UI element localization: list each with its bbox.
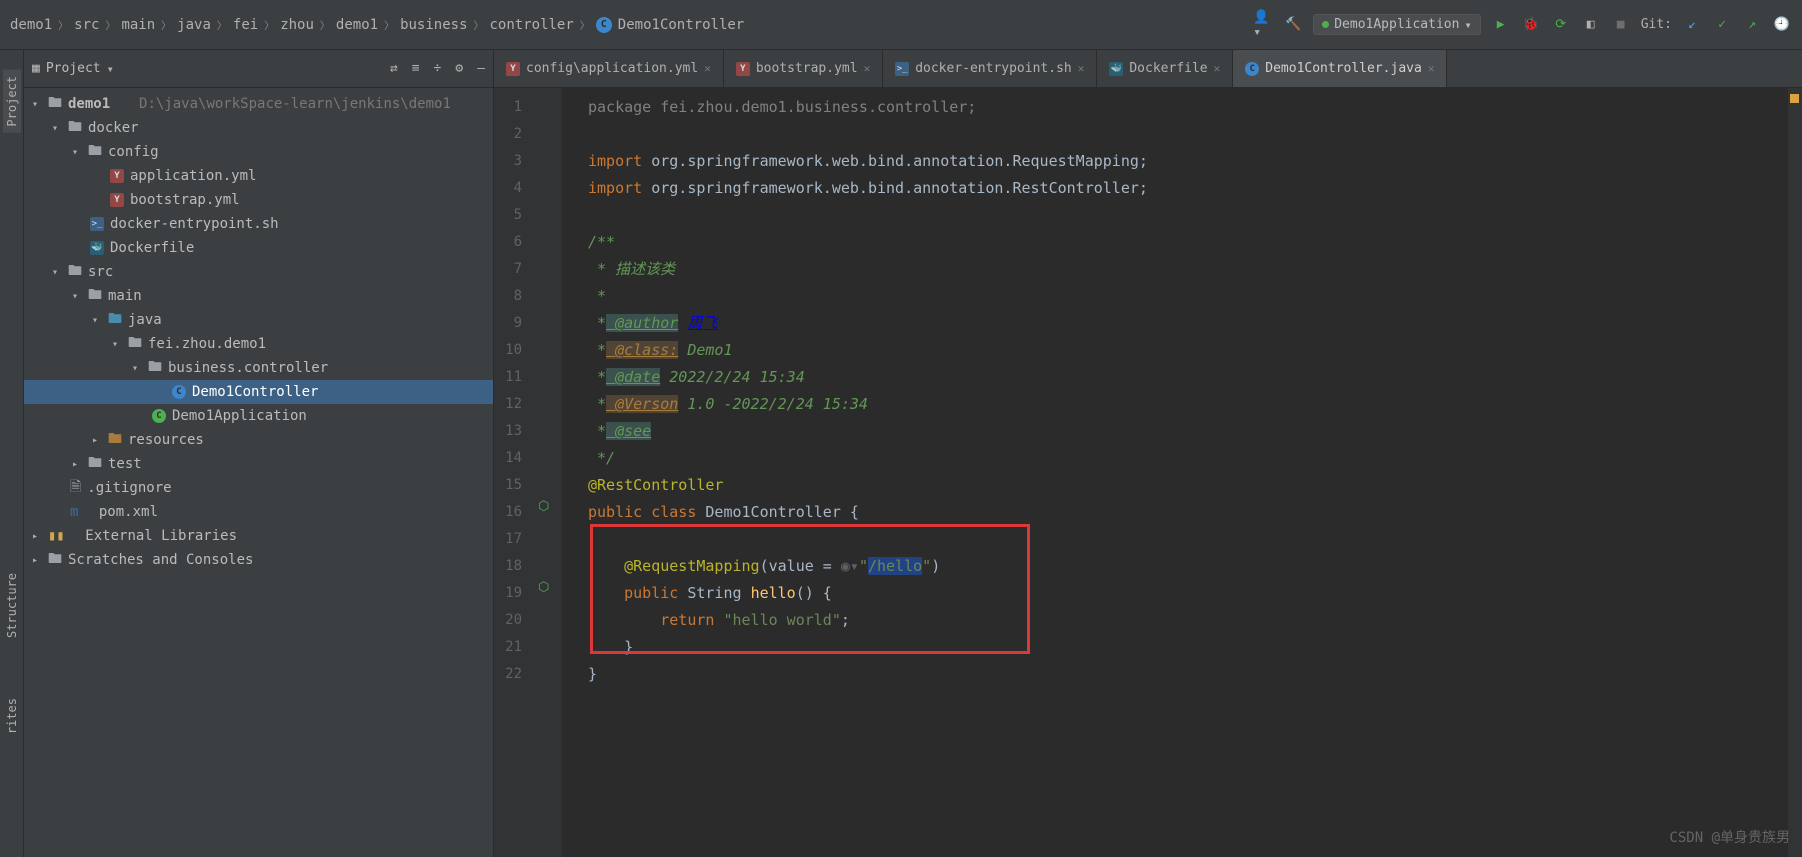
- warning-marker-icon[interactable]: [1790, 94, 1799, 103]
- editor-area: Yconfig\application.yml✕ Ybootstrap.yml✕…: [494, 50, 1802, 857]
- run-icon[interactable]: ▶: [1491, 15, 1511, 35]
- yml-icon: Y: [110, 169, 124, 183]
- yml-icon: Y: [736, 62, 750, 76]
- docker-icon: 🐳: [1109, 62, 1123, 76]
- java-class-icon: C: [172, 385, 186, 399]
- tab-app-yml[interactable]: Yconfig\application.yml✕: [494, 50, 724, 87]
- git-push-icon[interactable]: ↗: [1742, 15, 1762, 35]
- tree-scratches[interactable]: ▸🖿Scratches and Consoles: [24, 548, 493, 572]
- project-tool-tab[interactable]: Project: [3, 70, 21, 133]
- gutter-icons: ⬡ ⬡: [534, 88, 562, 857]
- tree-file-entrypoint[interactable]: >_docker-entrypoint.sh: [24, 212, 493, 236]
- debug-icon[interactable]: 🐞: [1521, 15, 1541, 35]
- tree-file-gitignore[interactable]: 🗎.gitignore: [24, 476, 493, 500]
- yml-icon: Y: [506, 62, 520, 76]
- coverage-icon[interactable]: ⟳: [1551, 15, 1571, 35]
- tree-folder-src[interactable]: ▾🖿src: [24, 260, 493, 284]
- settings-icon[interactable]: ⚙: [455, 61, 463, 76]
- close-icon[interactable]: ✕: [864, 62, 871, 75]
- hide-panel-icon[interactable]: —: [477, 61, 485, 76]
- maven-icon: m: [70, 504, 78, 520]
- editor-tabs: Yconfig\application.yml✕ Ybootstrap.yml✕…: [494, 50, 1802, 88]
- select-opened-icon[interactable]: ⇄: [390, 61, 398, 76]
- run-config-dropdown[interactable]: Demo1Application ▾: [1313, 14, 1480, 35]
- line-number-gutter: 12345678910111213141516171819202122: [494, 88, 534, 857]
- tree-folder-main[interactable]: ▾🖿main: [24, 284, 493, 308]
- tab-entrypoint[interactable]: >_docker-entrypoint.sh✕: [883, 50, 1097, 87]
- breadcrumb-item[interactable]: demo1: [336, 17, 378, 33]
- status-dot-icon: [1322, 21, 1329, 28]
- run-config-label: Demo1Application: [1334, 17, 1459, 32]
- tree-file-app-yml[interactable]: Yapplication.yml: [24, 164, 493, 188]
- top-toolbar: demo1〉 src〉 main〉 java〉 fei〉 zhou〉 demo1…: [0, 0, 1802, 50]
- shell-icon: >_: [90, 217, 104, 231]
- spring-gutter-icon[interactable]: ⬡: [538, 499, 549, 514]
- tree-file-pom[interactable]: m pom.xml: [24, 500, 493, 524]
- stop-icon[interactable]: ■: [1611, 15, 1631, 35]
- close-icon[interactable]: ✕: [1214, 62, 1221, 75]
- expand-all-icon[interactable]: ≡: [412, 61, 420, 76]
- spring-gutter-icon[interactable]: ⬡: [538, 580, 549, 595]
- breadcrumb-item[interactable]: src: [74, 17, 99, 33]
- shell-icon: >_: [895, 62, 909, 76]
- structure-tool-tab[interactable]: Structure: [5, 573, 19, 638]
- panel-title[interactable]: Project: [46, 61, 101, 76]
- breadcrumb-item[interactable]: Demo1Controller: [618, 17, 744, 33]
- tree-folder-resources[interactable]: ▸🖿resources: [24, 428, 493, 452]
- left-tool-strip: Project Structure rites: [0, 50, 24, 857]
- tree-root[interactable]: ▾🖿demo1 D:\java\workSpace-learn\jenkins\…: [24, 92, 493, 116]
- close-icon[interactable]: ✕: [1078, 62, 1085, 75]
- breadcrumb-item[interactable]: fei: [233, 17, 258, 33]
- yml-icon: Y: [110, 193, 124, 207]
- close-icon[interactable]: ✕: [1428, 62, 1435, 75]
- docker-icon: 🐳: [90, 241, 104, 255]
- tree-folder-config[interactable]: ▾🖿config: [24, 140, 493, 164]
- tree-package-controller[interactable]: ▾🖿business.controller: [24, 356, 493, 380]
- java-run-class-icon: C: [152, 409, 166, 423]
- tree-file-boot-yml[interactable]: Ybootstrap.yml: [24, 188, 493, 212]
- breadcrumb: demo1〉 src〉 main〉 java〉 fei〉 zhou〉 demo1…: [10, 17, 744, 33]
- tree-package[interactable]: ▾🖿fei.zhou.demo1: [24, 332, 493, 356]
- breadcrumb-item[interactable]: business: [400, 17, 467, 33]
- favorites-tool-tab[interactable]: rites: [5, 698, 19, 734]
- error-stripe: [1788, 88, 1802, 857]
- project-panel-header: ▦ Project ▾ ⇄ ≡ ÷ ⚙ —: [24, 50, 493, 88]
- breadcrumb-item[interactable]: demo1: [10, 17, 52, 33]
- watermark: CSDN @单身贵族男: [1669, 827, 1790, 847]
- tree-file-application[interactable]: CDemo1Application: [24, 404, 493, 428]
- build-icon[interactable]: 🔨: [1283, 15, 1303, 35]
- profiler-icon[interactable]: ◧: [1581, 15, 1601, 35]
- breadcrumb-item[interactable]: main: [121, 17, 155, 33]
- close-icon[interactable]: ✕: [704, 62, 711, 75]
- breadcrumb-item[interactable]: java: [177, 17, 211, 33]
- tab-dockerfile[interactable]: 🐳Dockerfile✕: [1097, 50, 1233, 87]
- tree-file-dockerfile[interactable]: 🐳Dockerfile: [24, 236, 493, 260]
- view-mode-dropdown-icon[interactable]: ▾: [107, 62, 114, 76]
- git-label: Git:: [1641, 17, 1672, 32]
- tree-file-controller[interactable]: CDemo1Controller: [24, 380, 493, 404]
- java-class-icon: C: [1245, 62, 1259, 76]
- fold-column: [562, 88, 576, 857]
- project-tree[interactable]: ▾🖿demo1 D:\java\workSpace-learn\jenkins\…: [24, 88, 493, 857]
- breadcrumb-item[interactable]: controller: [490, 17, 574, 33]
- tree-folder-java[interactable]: ▾🖿java: [24, 308, 493, 332]
- tab-boot-yml[interactable]: Ybootstrap.yml✕: [724, 50, 883, 87]
- code-editor[interactable]: 12345678910111213141516171819202122 ⬡ ⬡ …: [494, 88, 1802, 857]
- library-icon: ▮▮: [48, 528, 65, 544]
- git-commit-icon[interactable]: ✓: [1712, 15, 1732, 35]
- toolbar-right: 👤▾ 🔨 Demo1Application ▾ ▶ 🐞 ⟳ ◧ ■ Git: ↙…: [1253, 14, 1792, 35]
- tab-controller[interactable]: CDemo1Controller.java✕: [1233, 50, 1447, 87]
- project-pane-icon: ▦: [32, 61, 40, 76]
- collapse-all-icon[interactable]: ÷: [434, 61, 442, 76]
- tree-folder-docker[interactable]: ▾🖿docker: [24, 116, 493, 140]
- tree-external-libs[interactable]: ▸▮▮ External Libraries: [24, 524, 493, 548]
- git-history-icon[interactable]: 🕘: [1772, 15, 1792, 35]
- tree-folder-test[interactable]: ▸🖿test: [24, 452, 493, 476]
- class-icon: C: [596, 17, 612, 33]
- breadcrumb-item[interactable]: zhou: [280, 17, 314, 33]
- code-content[interactable]: package fei.zhou.demo1.business.controll…: [576, 88, 1788, 857]
- user-icon[interactable]: 👤▾: [1253, 15, 1273, 35]
- git-update-icon[interactable]: ↙: [1682, 15, 1702, 35]
- project-panel: ▦ Project ▾ ⇄ ≡ ÷ ⚙ — ▾🖿demo1 D:\java\wo…: [24, 50, 494, 857]
